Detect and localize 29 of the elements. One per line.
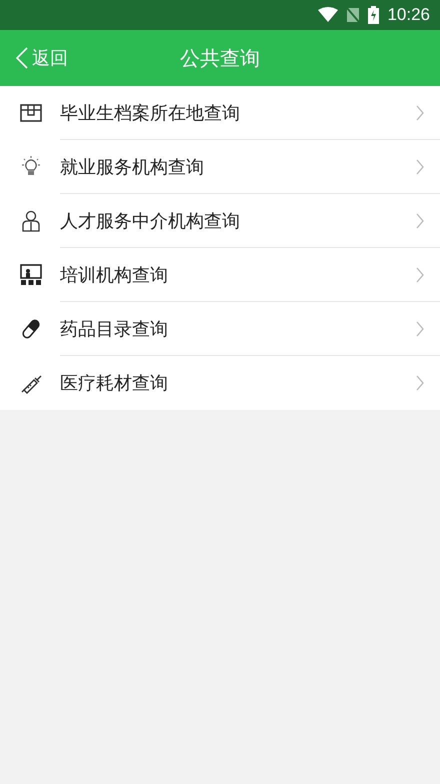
chevron-right-icon (416, 266, 424, 282)
menu-item[interactable]: 培训机构查询 (0, 248, 440, 302)
menu-item-label: 就业服务机构查询 (60, 156, 204, 178)
chevron-right-icon (416, 158, 424, 174)
chevron-right-icon (416, 375, 424, 391)
page-title: 公共查询 (180, 44, 260, 72)
wifi-icon (318, 7, 338, 23)
menu-item-label: 人才服务中介机构查询 (60, 210, 240, 232)
menu-item[interactable]: 毕业生档案所在地查询 (0, 86, 440, 140)
menu-item[interactable]: 人才服务中介机构查询 (0, 194, 440, 248)
chevron-right-icon (416, 212, 424, 228)
person-icon (20, 210, 42, 232)
status-time: 10:26 (387, 5, 430, 25)
menu-item[interactable]: 就业服务机构查询 (0, 140, 440, 194)
menu-item-label: 培训机构查询 (60, 264, 168, 286)
menu-item[interactable]: 药品目录查询 (0, 302, 440, 356)
capsule-icon (20, 318, 42, 340)
menu-item[interactable]: 医疗耗材查询 (0, 356, 440, 410)
chevron-left-icon (16, 47, 28, 69)
chevron-right-icon (416, 320, 424, 336)
battery-charging-icon (368, 6, 380, 24)
lightbulb-icon (20, 156, 42, 178)
menu-item-label: 毕业生档案所在地查询 (60, 102, 240, 124)
no-sim-icon (346, 7, 360, 23)
cabinet-icon (20, 102, 42, 124)
classroom-icon (20, 264, 42, 286)
menu-item-label: 药品目录查询 (60, 318, 168, 340)
menu-item-label: 医疗耗材查询 (60, 372, 168, 395)
chevron-right-icon (416, 104, 424, 120)
